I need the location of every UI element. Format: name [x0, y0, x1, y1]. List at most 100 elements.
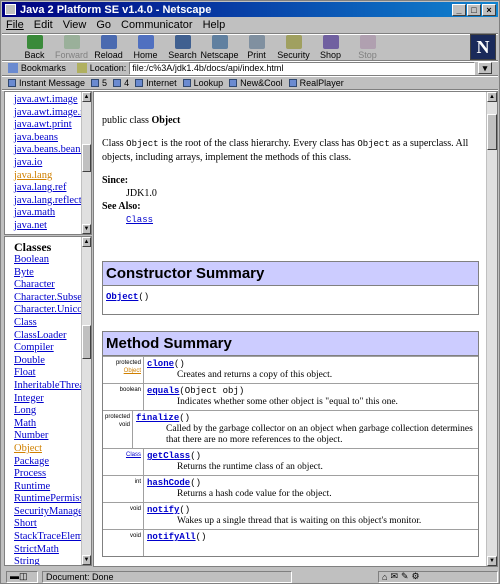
mail-icon[interactable]: ✉	[390, 571, 398, 582]
class-link[interactable]: Runtime	[14, 481, 91, 494]
menu-edit[interactable]: Edit	[34, 19, 53, 31]
method-link[interactable]: equals	[147, 386, 179, 396]
minimize-button[interactable]: _	[452, 4, 466, 16]
search-icon	[174, 35, 191, 49]
modifier-line1: int	[134, 479, 141, 485]
title-bar[interactable]: Java 2 Platform SE v1.4.0 - Netscape _ □…	[2, 2, 498, 17]
package-frame[interactable]: java.awt.image java.awt.image.re java.awt.…	[4, 91, 92, 235]
personal-item-4[interactable]: Lookup	[182, 78, 223, 88]
security-button[interactable]: Security	[275, 34, 312, 61]
class-link[interactable]: StackTraceEleme	[14, 531, 91, 544]
package-link[interactable]: java.beans.beanc	[14, 144, 88, 157]
package-link[interactable]: java.math	[14, 207, 88, 220]
menu-go[interactable]: Go	[96, 19, 111, 31]
class-link[interactable]: Math	[14, 418, 91, 431]
menu-help[interactable]: Help	[203, 19, 226, 31]
location-input[interactable]: file:/c%3A/jdk1.4b/docs/api/index.html	[129, 61, 476, 75]
netscape-button[interactable]: Netscape	[200, 34, 239, 61]
bookmark-folder-icon	[91, 79, 100, 87]
class-link[interactable]: Compiler	[14, 342, 91, 355]
class-link[interactable]: Process	[14, 468, 91, 481]
app-icon[interactable]	[5, 4, 16, 15]
netscape-logo[interactable]: N	[470, 34, 496, 60]
content-scrollbar[interactable]: ▲ ▼	[486, 92, 497, 566]
reload-button[interactable]: Reload	[90, 34, 127, 61]
home-button[interactable]: Home	[127, 34, 164, 61]
package-link[interactable]: java.awt.image.re	[14, 107, 88, 120]
class-link[interactable]: Package	[14, 456, 91, 469]
personal-item-5[interactable]: New&Cool	[229, 78, 283, 88]
personal-item-6[interactable]: RealPlayer	[288, 78, 344, 88]
location-dropdown[interactable]: ▾	[478, 62, 492, 74]
class-scrollbar[interactable]: ▲ ▼	[81, 237, 91, 565]
class-link[interactable]: SecurityManager	[14, 506, 91, 519]
class-link[interactable]: String	[14, 556, 91, 565]
package-link[interactable]: java.awt.print	[14, 119, 88, 132]
bookmarks-button[interactable]: Bookmarks	[21, 63, 66, 73]
package-link[interactable]: java.io	[14, 157, 88, 170]
personal-item-2[interactable]: 4	[113, 78, 129, 88]
content-frame[interactable]: public class Object Class Object is the …	[93, 91, 498, 567]
class-link[interactable]: Character.Subset	[14, 292, 91, 305]
modifier-line2[interactable]: Object	[105, 367, 141, 375]
personal-item-1[interactable]: 5	[91, 78, 107, 88]
method-link[interactable]: finalize	[136, 413, 179, 423]
method-link[interactable]: notify	[147, 505, 179, 515]
bookmark-folder-icon	[229, 79, 238, 87]
close-button[interactable]: ×	[482, 4, 496, 16]
class-link[interactable]: Short	[14, 518, 91, 531]
class-link[interactable]: Character.Unico	[14, 304, 91, 317]
menu-file[interactable]: File	[6, 19, 24, 31]
stop-button[interactable]: Stop	[349, 34, 386, 61]
class-frame[interactable]: Classes Boolean Byte Character Character.Su…	[4, 236, 92, 566]
search-button[interactable]: Search	[164, 34, 201, 61]
tools-icon[interactable]: ⚙	[412, 571, 420, 582]
class-link[interactable]: Boolean	[14, 254, 91, 267]
class-link[interactable]: Object	[14, 443, 91, 456]
constructor-summary: Constructor Summary Object()	[102, 261, 479, 315]
menu-communicator[interactable]: Communicator	[121, 19, 193, 31]
menu-view[interactable]: View	[63, 19, 87, 31]
print-button[interactable]: Print	[238, 34, 275, 61]
personal-item-0[interactable]: Instant Message	[8, 78, 85, 88]
class-link[interactable]: Class	[14, 317, 91, 330]
back-button[interactable]: Back	[16, 34, 53, 61]
method-link[interactable]: getClass	[147, 451, 190, 461]
method-link[interactable]: notifyAll	[147, 532, 196, 542]
security-indicator-icon[interactable]: ▬◫	[6, 570, 38, 583]
package-link[interactable]: java.lang.reflect	[14, 195, 88, 208]
maximize-button[interactable]: □	[467, 4, 481, 16]
package-link[interactable]: java.lang	[14, 170, 88, 183]
forward-button[interactable]: Forward	[53, 34, 90, 61]
toolbar-label: Netscape	[200, 50, 239, 60]
method-row: boolean equals(Object obj) Indicates wheth…	[103, 383, 478, 410]
see-also-class-link[interactable]: Class	[126, 215, 153, 225]
class-link[interactable]: Long	[14, 405, 91, 418]
package-link[interactable]: java.awt.image	[14, 94, 88, 107]
personal-item-3[interactable]: Internet	[135, 78, 177, 88]
class-link[interactable]: ClassLoader	[14, 330, 91, 343]
class-link[interactable]: Character	[14, 279, 91, 292]
method-args: (Object obj)	[179, 386, 245, 396]
package-scrollbar[interactable]: ▲ ▼	[81, 92, 91, 234]
package-link[interactable]: java.beans	[14, 132, 88, 145]
method-link[interactable]: clone	[147, 359, 174, 369]
class-link[interactable]: Number	[14, 430, 91, 443]
composer-icon[interactable]: ✎	[401, 571, 409, 582]
class-link[interactable]: Float	[14, 367, 91, 380]
class-link[interactable]: Byte	[14, 267, 91, 280]
class-link[interactable]: InheritableThrea	[14, 380, 91, 393]
class-link[interactable]: Integer	[14, 393, 91, 406]
component-bar[interactable]: ⌂ ✉ ✎ ⚙	[378, 570, 498, 583]
window-title: Java 2 Platform SE v1.4.0 - Netscape	[20, 3, 212, 16]
shop-button[interactable]: Shop	[312, 34, 349, 61]
constructor-link[interactable]: Object	[106, 292, 138, 302]
bookmark-folder-icon	[288, 79, 297, 87]
class-link[interactable]: StrictMath	[14, 544, 91, 557]
package-link[interactable]: java.lang.ref	[14, 182, 88, 195]
navigator-icon[interactable]: ⌂	[382, 572, 387, 582]
class-link[interactable]: Double	[14, 355, 91, 368]
package-link[interactable]: java.net	[14, 220, 88, 233]
class-link[interactable]: RuntimePermissio	[14, 493, 91, 506]
method-link[interactable]: hashCode	[147, 478, 190, 488]
